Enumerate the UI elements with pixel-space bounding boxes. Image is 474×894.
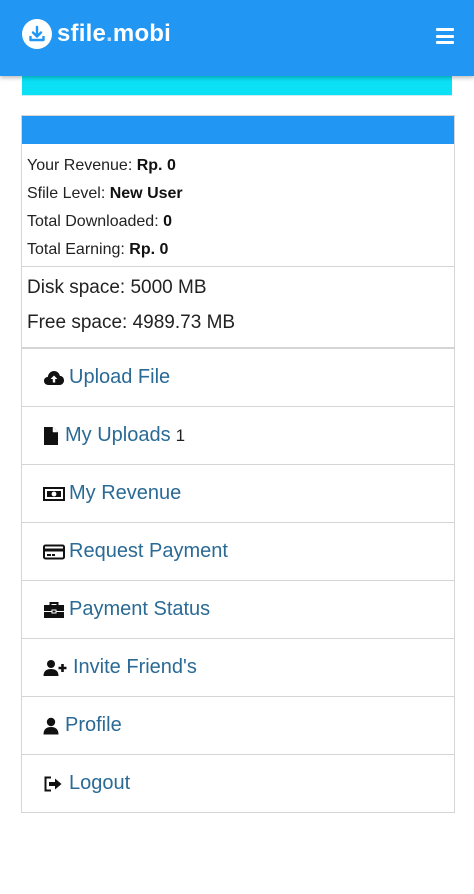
menu-item-invite-friends[interactable]: Invite Friend's: [22, 639, 454, 697]
stat-earning-value: Rp. 0: [129, 241, 169, 258]
stats-card: Your Revenue: Rp. 0 Sfile Level: New Use…: [21, 115, 455, 272]
download-logo-icon: [22, 19, 52, 49]
stat-earning: Total Earning: Rp. 0: [27, 241, 169, 258]
disk-space: Disk space: 5000 MB: [27, 277, 207, 298]
menu-item-label: Request Payment: [69, 540, 228, 562]
menu-item-label: Upload File: [69, 366, 171, 388]
stat-downloaded: Total Downloaded: 0: [27, 213, 172, 230]
cloud-upload-icon: [43, 367, 65, 389]
menu-item-upload-file[interactable]: Upload File: [22, 349, 454, 407]
disk-card: Disk space: 5000 MB Free space: 4989.73 …: [21, 266, 455, 348]
menu-item-logout[interactable]: Logout: [22, 755, 454, 813]
menu-item-payment-status[interactable]: Payment Status: [22, 581, 454, 639]
site-logo[interactable]: sfile.mobi: [22, 19, 171, 49]
menu-item-request-payment[interactable]: Request Payment: [22, 523, 454, 581]
uploads-count: 1: [175, 425, 186, 445]
stat-level-value: New User: [109, 185, 183, 202]
menu-item-label: Payment Status: [69, 598, 211, 620]
logo-text: sfile.mobi: [57, 20, 171, 48]
menu-item-label: Logout: [69, 772, 131, 794]
menu-item-my-uploads[interactable]: My Uploads 1: [22, 407, 454, 465]
stat-level: Sfile Level: New User: [27, 185, 183, 202]
menu-item-label: Invite Friend's: [73, 656, 197, 678]
stat-downloaded-value: 0: [163, 213, 172, 230]
menu-item-label: My Uploads: [65, 424, 171, 446]
credit-card-icon: [43, 541, 65, 563]
account-menu: Upload File My Uploads 1 My Revenue Requ…: [21, 348, 455, 813]
menu-item-label: My Revenue: [69, 482, 182, 504]
app-header: sfile.mobi: [0, 0, 474, 76]
menu-item-my-revenue[interactable]: My Revenue: [22, 465, 454, 523]
menu-item-label: Profile: [65, 714, 122, 736]
file-icon: [43, 425, 61, 447]
hamburger-menu-icon[interactable]: [436, 28, 454, 44]
stats-card-header: [22, 116, 454, 144]
stat-revenue: Your Revenue: Rp. 0: [27, 157, 176, 174]
logo-dot: .: [106, 20, 113, 47]
user-plus-icon: [43, 657, 69, 679]
logo-tld: mobi: [112, 20, 172, 47]
notice-bar: [22, 76, 452, 96]
money-bill-icon: [43, 483, 65, 505]
menu-item-profile[interactable]: Profile: [22, 697, 454, 755]
free-space: Free space: 4989.73 MB: [27, 312, 236, 333]
logo-name: sfile: [57, 20, 107, 47]
briefcase-icon: [43, 599, 65, 621]
user-icon: [43, 715, 61, 737]
stat-revenue-value: Rp. 0: [136, 157, 176, 174]
sign-out-icon: [43, 773, 65, 795]
